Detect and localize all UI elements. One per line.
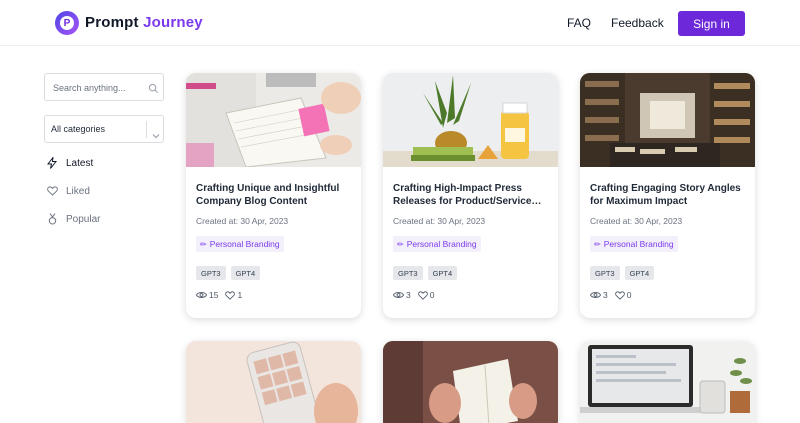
tag[interactable]: GPT3 bbox=[196, 266, 226, 280]
pencil-icon: ✏ bbox=[200, 239, 207, 249]
pencil-icon: ✏ bbox=[397, 239, 404, 249]
category-label: Personal Branding bbox=[603, 239, 674, 249]
sidebar-item-liked[interactable]: Liked bbox=[46, 183, 90, 199]
like-count[interactable]: 0 bbox=[614, 290, 632, 300]
search-icon[interactable] bbox=[148, 81, 159, 99]
chevron-down-icon[interactable] bbox=[152, 126, 160, 144]
heart-icon bbox=[417, 290, 428, 300]
search-input[interactable] bbox=[53, 80, 145, 95]
prompt-card[interactable]: Crafting Engaging Story Angles for Maxim… bbox=[580, 73, 755, 318]
prompt-card[interactable]: Crafting Unique and Insightful Company B… bbox=[186, 73, 361, 318]
card-created-date: Created at: 30 Apr, 2023 bbox=[590, 216, 683, 226]
medal-icon bbox=[46, 213, 58, 225]
sign-in-button[interactable]: Sign in bbox=[678, 11, 745, 36]
tag[interactable]: GPT3 bbox=[590, 266, 620, 280]
category-badge[interactable]: ✏ Personal Branding bbox=[590, 236, 678, 252]
category-select-value: All categories bbox=[51, 124, 106, 134]
tag[interactable]: GPT4 bbox=[427, 266, 458, 280]
view-count-value: 3 bbox=[603, 290, 608, 300]
like-count[interactable]: 0 bbox=[417, 290, 435, 300]
category-label: Personal Branding bbox=[209, 239, 280, 249]
tag[interactable]: GPT4 bbox=[624, 266, 655, 280]
sidebar-item-label: Latest bbox=[66, 157, 94, 169]
card-image bbox=[383, 73, 558, 167]
brand-part-2: Journey bbox=[143, 14, 203, 31]
logo-letter: P bbox=[63, 17, 71, 29]
view-count-value: 3 bbox=[406, 290, 411, 300]
heart-icon bbox=[225, 290, 236, 300]
category-badge[interactable]: ✏ Personal Branding bbox=[196, 236, 284, 252]
tag[interactable]: GPT3 bbox=[393, 266, 423, 280]
card-image bbox=[383, 341, 558, 423]
tag-list: GPT3 GPT4 bbox=[196, 266, 265, 280]
card-image bbox=[186, 73, 361, 167]
sidebar-item-latest[interactable]: Latest bbox=[46, 155, 93, 171]
nav-faq-link[interactable]: FAQ bbox=[567, 16, 591, 30]
category-select[interactable]: All categories bbox=[44, 115, 164, 143]
view-count: 3 bbox=[393, 290, 411, 300]
eye-icon bbox=[393, 292, 404, 298]
top-navbar: P Prompt Journey FAQ Feedback Sign in bbox=[0, 0, 800, 46]
eye-icon bbox=[590, 292, 601, 298]
card-title[interactable]: Crafting Unique and Insightful Company B… bbox=[196, 183, 351, 208]
logo-icon[interactable]: P bbox=[55, 11, 79, 35]
card-created-date: Created at: 30 Apr, 2023 bbox=[393, 216, 486, 226]
prompt-card[interactable] bbox=[383, 341, 558, 423]
like-count-value: 0 bbox=[626, 290, 632, 300]
prompt-card[interactable]: Crafting High-Impact Press Releases for … bbox=[383, 73, 558, 318]
card-image bbox=[580, 73, 755, 167]
card-stats: 15 1 bbox=[196, 290, 249, 300]
search-box bbox=[44, 73, 164, 101]
heart-icon bbox=[614, 290, 625, 300]
card-stats: 3 0 bbox=[590, 290, 638, 300]
card-image bbox=[186, 341, 361, 423]
tag-list: GPT3 GPT4 bbox=[393, 266, 462, 280]
brand-part-1: Prompt bbox=[85, 14, 139, 31]
pencil-icon: ✏ bbox=[594, 239, 601, 249]
sidebar-item-label: Liked bbox=[66, 185, 90, 197]
card-title[interactable]: Crafting Engaging Story Angles for Maxim… bbox=[590, 183, 745, 208]
sidebar-item-popular[interactable]: Popular bbox=[46, 211, 100, 227]
like-count-value: 1 bbox=[237, 290, 243, 300]
card-stats: 3 0 bbox=[393, 290, 441, 300]
view-count: 3 bbox=[590, 290, 608, 300]
card-title[interactable]: Crafting High-Impact Press Releases for … bbox=[393, 183, 548, 208]
tag[interactable]: GPT4 bbox=[230, 266, 261, 280]
brand-name[interactable]: Prompt Journey bbox=[85, 14, 203, 31]
view-count-value: 15 bbox=[209, 290, 219, 300]
eye-icon bbox=[196, 292, 207, 298]
select-divider bbox=[146, 121, 147, 138]
like-count-value: 0 bbox=[429, 290, 435, 300]
heart-icon bbox=[46, 185, 58, 197]
tag-list: GPT3 GPT4 bbox=[590, 266, 659, 280]
prompt-card[interactable] bbox=[580, 341, 755, 423]
card-created-date: Created at: 30 Apr, 2023 bbox=[196, 216, 289, 226]
card-image bbox=[580, 341, 755, 423]
nav-feedback-link[interactable]: Feedback bbox=[611, 16, 664, 30]
like-count[interactable]: 1 bbox=[225, 290, 242, 300]
prompt-card[interactable] bbox=[186, 341, 361, 423]
sidebar-item-label: Popular bbox=[66, 213, 101, 225]
view-count: 15 bbox=[196, 290, 218, 300]
bolt-icon bbox=[46, 157, 58, 169]
category-badge[interactable]: ✏ Personal Branding bbox=[393, 236, 481, 252]
category-label: Personal Branding bbox=[406, 239, 477, 249]
